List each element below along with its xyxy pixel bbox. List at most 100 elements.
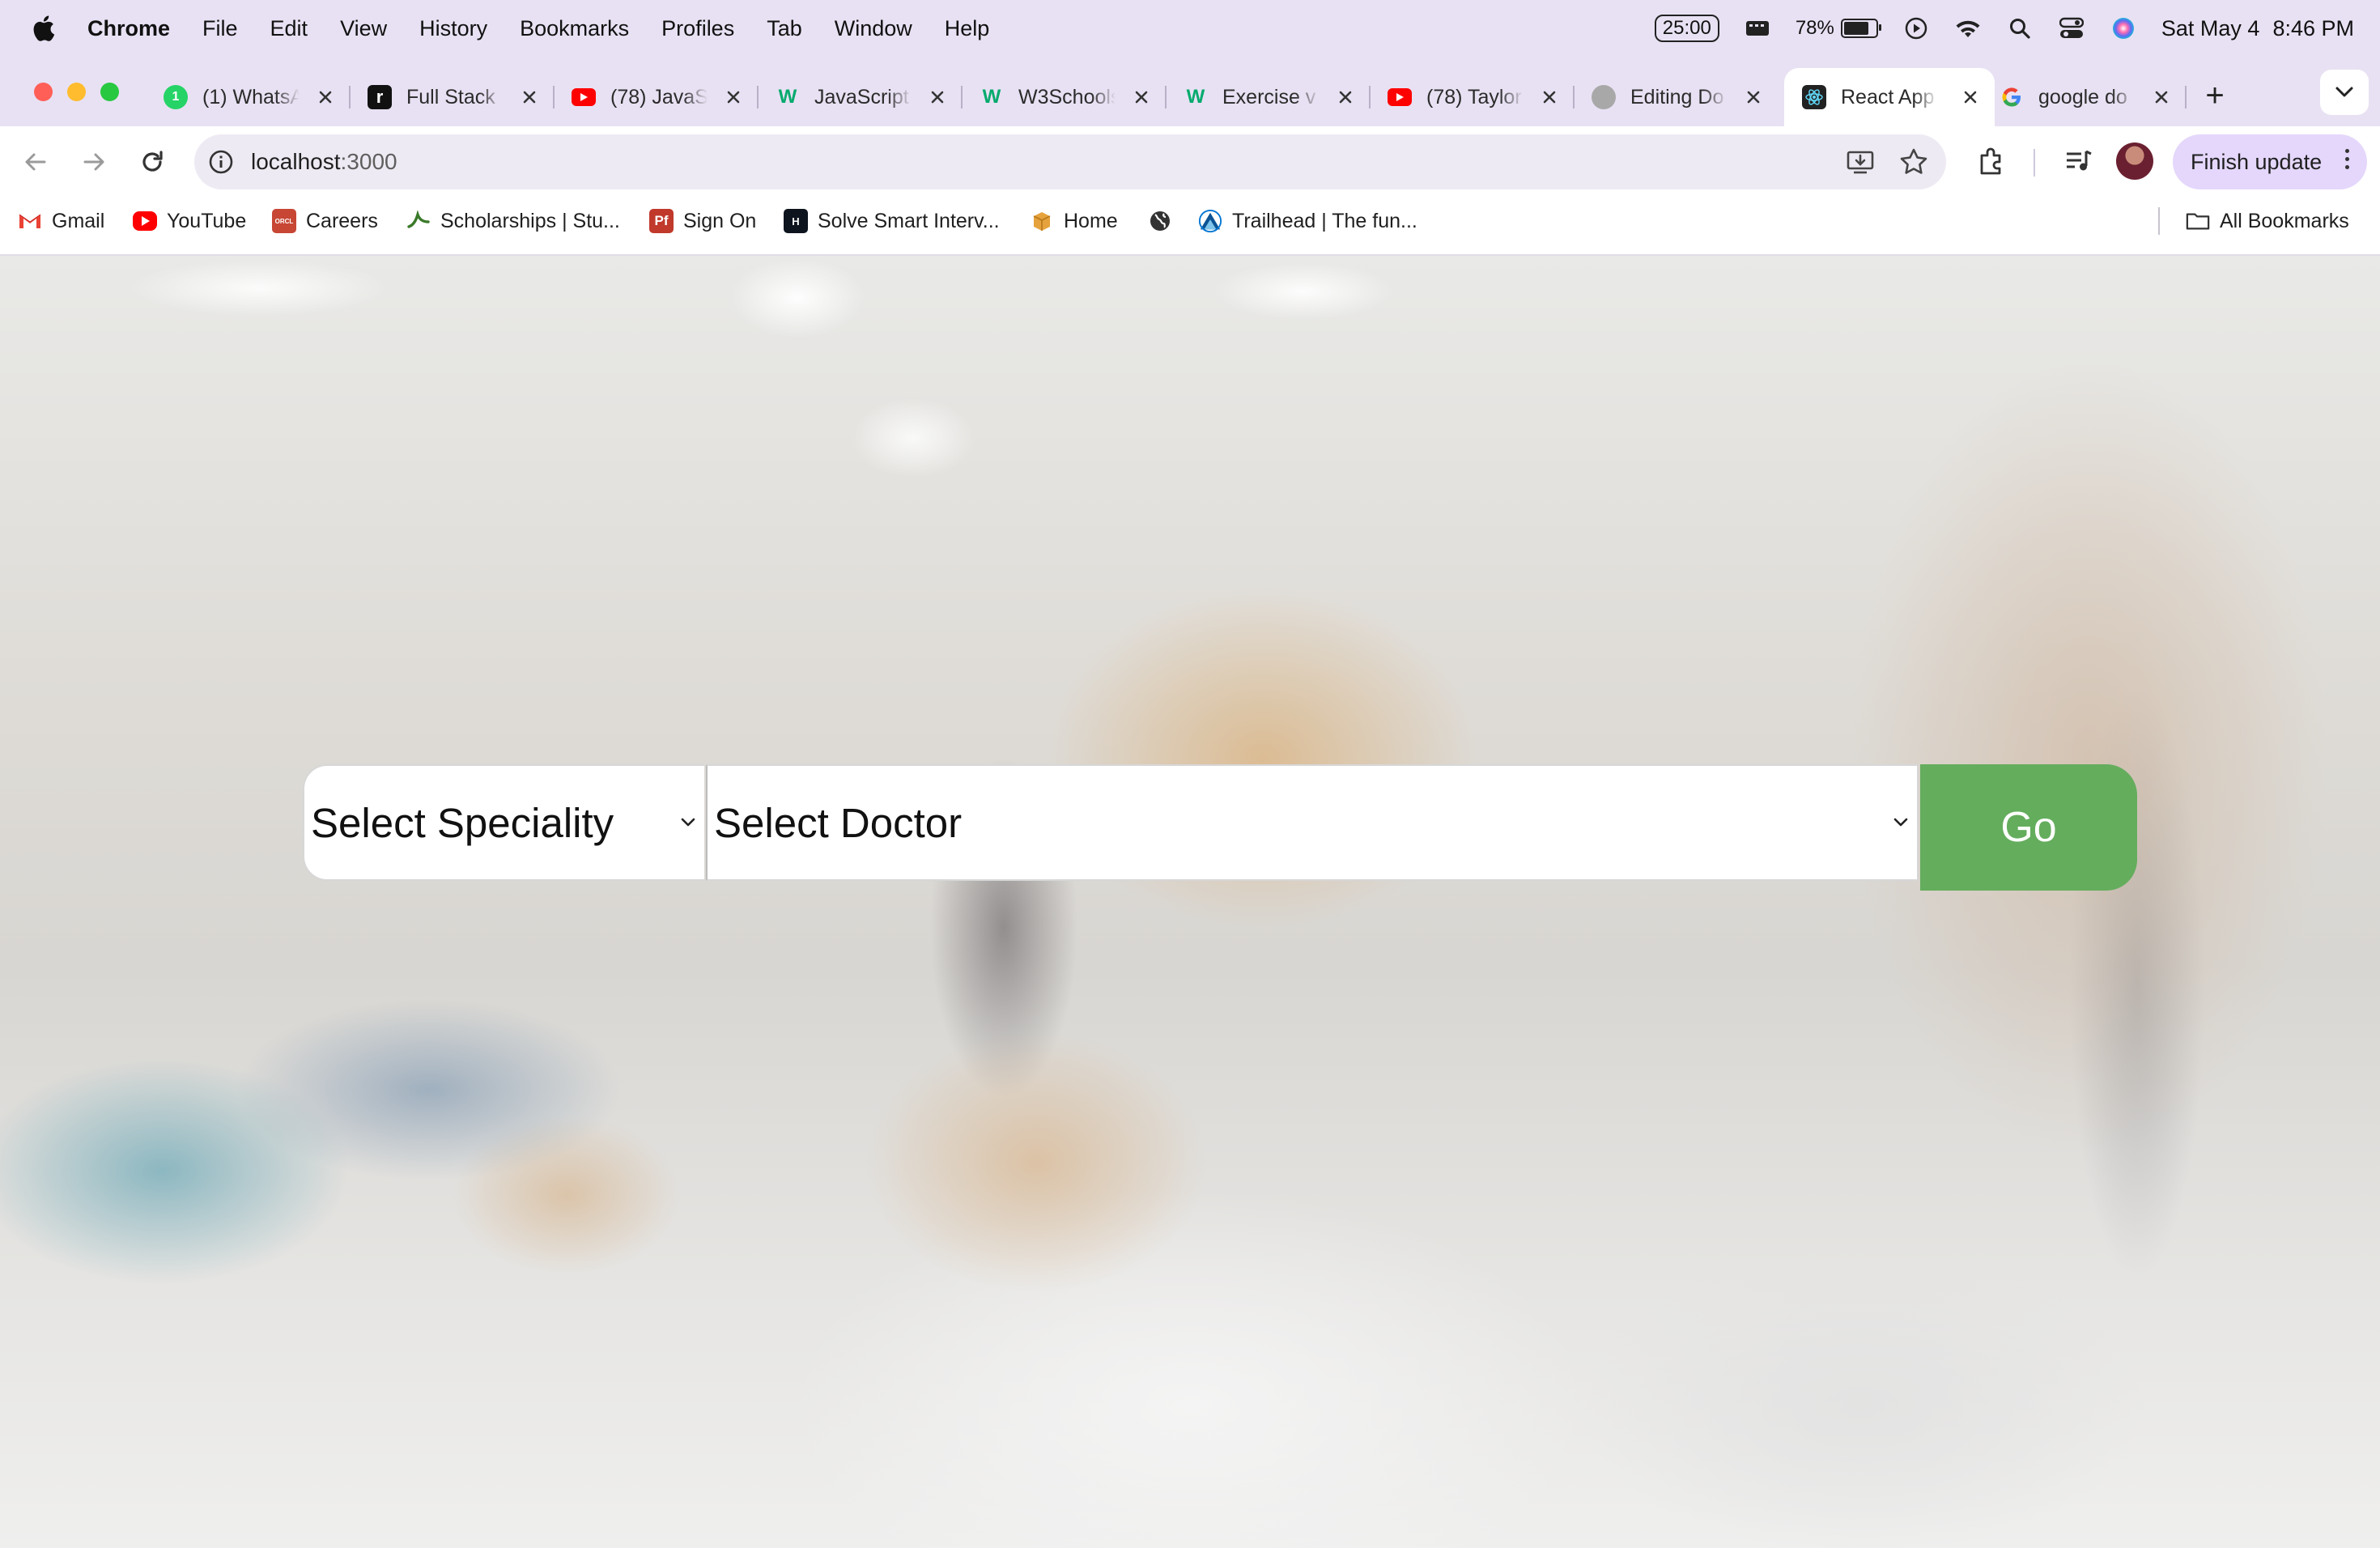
- bookmark-gmail[interactable]: Gmail: [18, 198, 104, 245]
- bookmark-label: Solve Smart Interv...: [818, 209, 1000, 232]
- menubar-time[interactable]: 8:46 PM: [2272, 16, 2354, 41]
- tab-6[interactable]: W Exercise v: [1166, 68, 1371, 126]
- now-playing-icon[interactable]: [1902, 15, 1930, 42]
- arrow-right-icon: [83, 153, 104, 171]
- siri-icon[interactable]: [2110, 15, 2137, 42]
- close-tab-icon[interactable]: [924, 84, 950, 110]
- scholarship-icon: [406, 209, 431, 233]
- back-button[interactable]: [16, 142, 55, 181]
- forward-button[interactable]: [74, 142, 113, 181]
- battery-percent: 78%: [1795, 17, 1834, 39]
- bookmark-careers[interactable]: ORCL Careers: [272, 198, 378, 245]
- close-window-button[interactable]: [34, 83, 53, 101]
- w3schools-icon: W: [778, 86, 797, 108]
- go-button[interactable]: Go: [1920, 764, 2137, 891]
- menu-history[interactable]: History: [419, 16, 487, 41]
- url-host: localhost: [251, 149, 341, 174]
- bookmark-label: YouTube: [167, 209, 247, 232]
- menu-edit[interactable]: Edit: [270, 16, 308, 41]
- close-tab-icon[interactable]: [516, 84, 542, 110]
- globe-icon: [1148, 209, 1172, 233]
- battery-icon: [1840, 19, 1881, 38]
- battery-status[interactable]: 78%: [1795, 17, 1881, 40]
- bookmark-scholarships[interactable]: Scholarships | Stu...: [406, 198, 620, 245]
- all-bookmarks-button[interactable]: All Bookmarks: [2186, 198, 2349, 245]
- minimize-window-button[interactable]: [67, 83, 86, 101]
- tab-strip: 1 (1) WhatsApp r Full Stack (78) JavaScript W…: [0, 57, 2380, 126]
- url-text[interactable]: localhost:3000: [251, 149, 397, 175]
- close-tab-icon[interactable]: [1957, 84, 1983, 110]
- tab-title: React App: [1841, 85, 1935, 108]
- spotlight-search-icon[interactable]: [2006, 15, 2034, 42]
- tab-7[interactable]: (78) Taylor: [1370, 68, 1575, 126]
- bookmark-youtube[interactable]: YouTube: [133, 198, 246, 245]
- bookmark-sign-on[interactable]: Pf Sign On: [649, 198, 756, 245]
- menu-view[interactable]: View: [340, 16, 387, 41]
- menu-app-name[interactable]: Chrome: [87, 16, 170, 41]
- bookmark-label: Scholarships | Stu...: [440, 209, 620, 232]
- w3schools-icon: W: [1186, 86, 1205, 108]
- close-tab-icon[interactable]: [1128, 84, 1154, 110]
- tab-3[interactable]: (78) JavaScript: [554, 68, 759, 126]
- tab-title: Full Stack: [406, 85, 495, 108]
- bookmark-globe[interactable]: [1148, 198, 1182, 245]
- timer-status[interactable]: 25:00: [1654, 15, 1719, 42]
- menubar-date[interactable]: Sat May 4: [2161, 16, 2260, 41]
- bookmarks-bar: Gmail YouTube ORCL Careers Scholarships …: [0, 198, 2380, 256]
- install-app-icon[interactable]: [1846, 147, 1875, 181]
- close-tab-icon[interactable]: [312, 84, 338, 110]
- bookmark-star-icon[interactable]: [1899, 147, 1928, 181]
- bookmark-label: Sign On: [683, 209, 757, 232]
- bookmark-label: Gmail: [52, 209, 105, 232]
- close-tab-icon[interactable]: [1740, 84, 1766, 110]
- reload-button[interactable]: [133, 142, 172, 181]
- menu-help[interactable]: Help: [945, 16, 990, 41]
- tab-10[interactable]: google do: [1982, 68, 2187, 126]
- close-tab-icon[interactable]: [720, 84, 746, 110]
- chevron-down-icon: [2335, 87, 2353, 97]
- browser-toolbar: localhost:3000 Finish update: [0, 126, 2380, 198]
- bookmark-label: Home: [1064, 209, 1118, 232]
- bookmark-trailhead[interactable]: Trailhead | The fun...: [1198, 198, 1417, 245]
- speciality-select-value: Select Speciality: [311, 799, 614, 846]
- bookmark-home[interactable]: Home: [1030, 198, 1118, 245]
- site-info-icon[interactable]: [207, 148, 235, 176]
- box-icon: [1030, 209, 1054, 233]
- tab-4[interactable]: W JavaScript: [758, 68, 963, 126]
- menu-tab[interactable]: Tab: [767, 16, 802, 41]
- media-controls-icon[interactable]: [2059, 142, 2097, 180]
- control-center-icon[interactable]: [2058, 15, 2085, 42]
- tab-8[interactable]: Editing Do: [1574, 68, 1778, 126]
- menu-window[interactable]: Window: [835, 16, 912, 41]
- screen-recorder-icon[interactable]: [1744, 15, 1771, 42]
- address-bar[interactable]: localhost:3000: [194, 134, 1946, 189]
- close-tab-icon[interactable]: [2148, 84, 2174, 110]
- tab-1[interactable]: 1 (1) WhatsApp: [146, 68, 351, 126]
- doctor-search-form: Select Speciality Select Doctor Go: [303, 764, 2137, 892]
- new-tab-button[interactable]: +: [2197, 78, 2233, 113]
- tab-separator: [2185, 86, 2187, 108]
- close-tab-icon[interactable]: [1536, 84, 1562, 110]
- menu-profiles[interactable]: Profiles: [661, 16, 734, 41]
- bookmark-label: Trailhead | The fun...: [1232, 209, 1417, 232]
- tab-search-button[interactable]: [2320, 70, 2369, 115]
- tab-5[interactable]: W W3Schools: [962, 68, 1167, 126]
- speciality-select[interactable]: Select Speciality: [303, 764, 704, 881]
- react-icon: [1802, 85, 1826, 109]
- profile-avatar[interactable]: [2116, 142, 2153, 180]
- oracle-icon: ORCL: [272, 209, 296, 233]
- zoom-window-button[interactable]: [100, 83, 119, 101]
- close-tab-icon[interactable]: [1332, 84, 1358, 110]
- menu-file[interactable]: File: [202, 16, 238, 41]
- youtube-icon: [133, 211, 157, 231]
- extensions-icon[interactable]: [1972, 142, 2009, 180]
- apple-icon[interactable]: [29, 14, 57, 43]
- macos-menubar: Chrome File Edit View History Bookmarks …: [0, 0, 2380, 57]
- doctor-select[interactable]: Select Doctor: [706, 764, 1919, 881]
- bookmark-hackerrank[interactable]: H Solve Smart Interv...: [784, 198, 1000, 245]
- finish-update-button[interactable]: Finish update: [2173, 134, 2367, 189]
- tab-2[interactable]: r Full Stack: [350, 68, 555, 126]
- menu-bookmarks[interactable]: Bookmarks: [520, 16, 629, 41]
- wifi-icon[interactable]: [1954, 15, 1982, 42]
- tab-9[interactable]: React App: [1784, 68, 1995, 126]
